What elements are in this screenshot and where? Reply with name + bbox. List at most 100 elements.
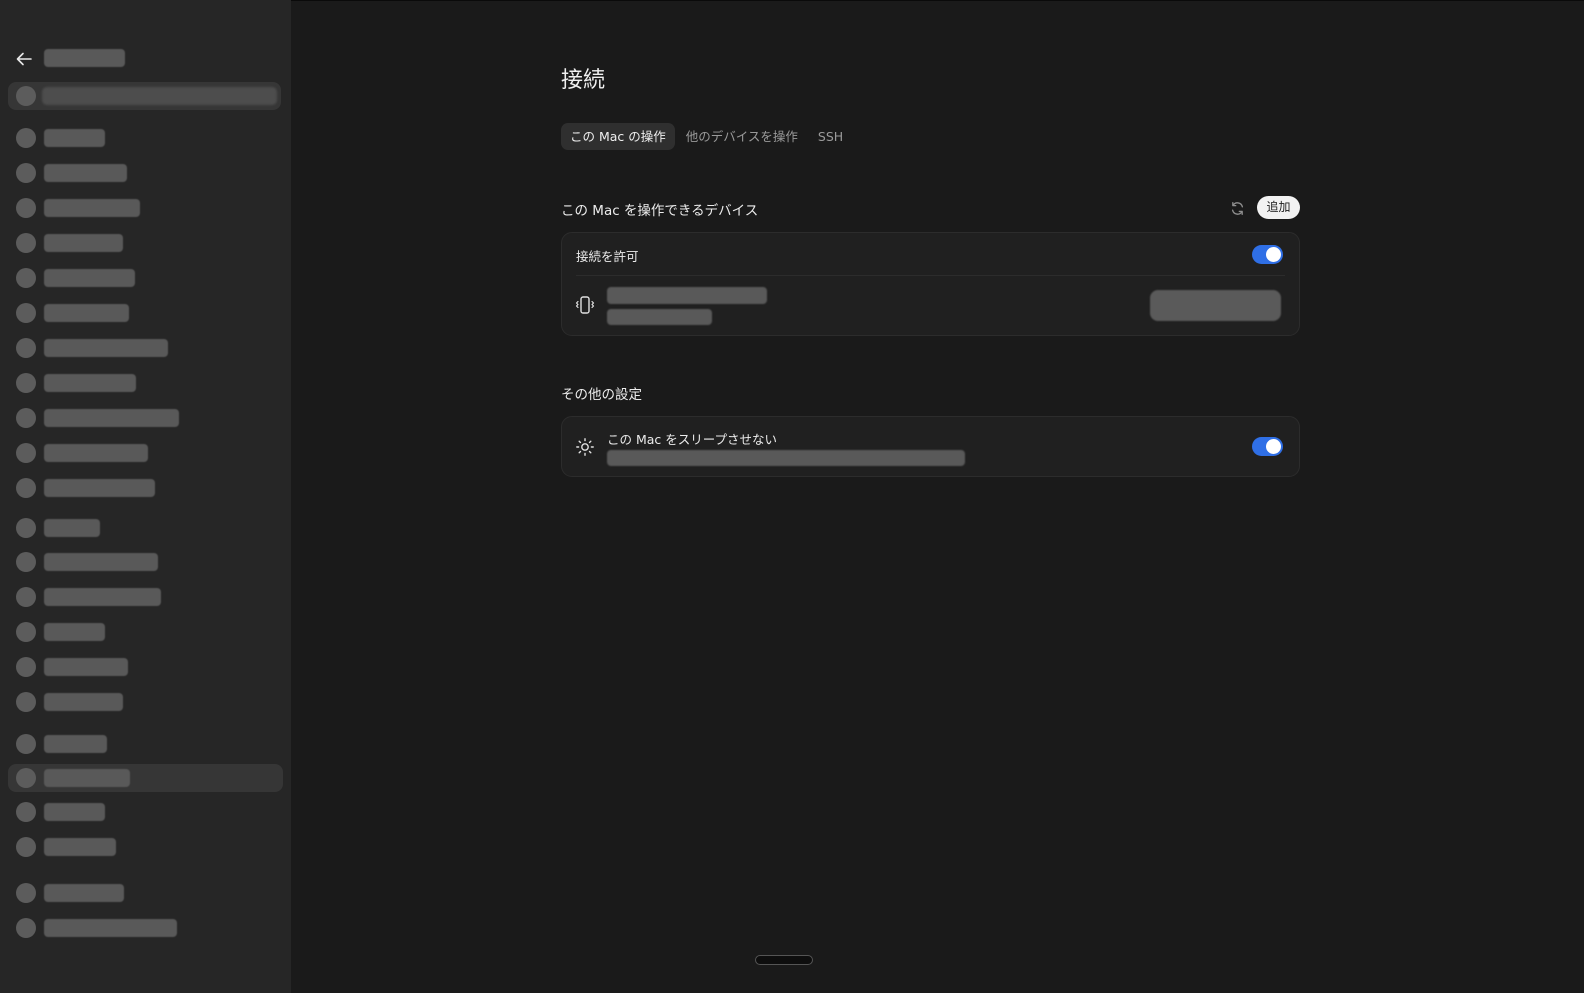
device-detail-redacted [607,309,712,325]
sidebar-item-label-redacted [44,803,105,821]
back-button[interactable] [14,49,34,69]
prevent-sleep-description-redacted [607,450,965,466]
sidebar-item-icon [16,768,36,788]
sidebar-item-icon [16,233,36,253]
sidebar-item[interactable] [8,474,283,502]
prevent-sleep-toggle[interactable] [1252,437,1283,456]
sleep-icon-container [574,436,596,458]
sidebar-item[interactable] [8,299,283,327]
prevent-sleep-label: この Mac をスリープさせない [607,432,778,447]
refresh-icon [1231,201,1243,215]
tab-this-mac[interactable]: この Mac の操作 [561,123,675,150]
sidebar-item-label-redacted [44,304,129,322]
sidebar-item-icon [16,837,36,857]
divider [576,275,1285,276]
sidebar-item-icon [16,518,36,538]
phone-vibrate-icon [575,296,595,314]
sidebar-item[interactable] [8,124,283,152]
sidebar-item[interactable] [8,229,283,257]
sidebar-item-label-redacted [44,769,130,787]
sidebar-item-icon [16,443,36,463]
sidebar-item[interactable] [8,548,283,576]
device-name-redacted [607,287,767,304]
sidebar-item[interactable] [8,583,283,611]
sidebar-item-label-redacted [44,623,105,641]
sidebar-item[interactable] [8,194,283,222]
sidebar-item-label-redacted [44,919,177,937]
sidebar-item-icon [16,373,36,393]
sidebar-item-label-redacted [44,339,168,357]
sidebar-item-icon [16,552,36,572]
sidebar-item-icon [16,268,36,288]
sidebar-item[interactable] [8,833,283,861]
sidebar-item-label-redacted [44,479,155,497]
sidebar-item-icon [16,478,36,498]
sidebar-item[interactable] [8,264,283,292]
devices-card: 接続を許可 [561,232,1300,336]
sidebar-item[interactable] [8,618,283,646]
sidebar-item-label-redacted [44,588,161,606]
sidebar-item-icon [16,303,36,323]
sidebar-item-icon [16,338,36,358]
sidebar-item-icon [16,657,36,677]
add-button[interactable]: 追加 [1257,196,1300,219]
avatar [16,86,36,106]
sidebar-item-icon [16,163,36,183]
sidebar-item-label-redacted [44,444,148,462]
sidebar [0,0,291,993]
sidebar-item-label-redacted [44,269,135,287]
tab-ssh[interactable]: SSH [809,123,852,150]
refresh-button[interactable] [1227,198,1247,218]
sidebar-item-icon [16,883,36,903]
device-icon-container [574,294,596,316]
sidebar-item-label-redacted [44,735,107,753]
account-row[interactable] [8,82,281,110]
sidebar-item-label-redacted [44,838,116,856]
sidebar-item[interactable] [8,688,283,716]
toggle-knob [1266,247,1281,262]
sidebar-item-label-redacted [44,374,136,392]
sidebar-item[interactable] [8,653,283,681]
device-action-button-redacted[interactable] [1150,290,1281,321]
other-settings-title: その他の設定 [561,387,642,403]
sidebar-item-label-redacted [44,553,158,571]
sidebar-item-selected[interactable] [8,764,283,792]
sidebar-item-icon [16,198,36,218]
sidebar-item-label-redacted [44,884,124,902]
sidebar-item[interactable] [8,514,283,542]
sidebar-item-label-redacted [44,129,105,147]
sidebar-item-label-redacted [44,409,179,427]
sidebar-item-icon [16,622,36,642]
back-label-redacted [44,49,125,67]
sidebar-item[interactable] [8,369,283,397]
sidebar-item-label-redacted [44,199,140,217]
sidebar-item-label-redacted [44,164,127,182]
other-settings-card: この Mac をスリープさせない [561,416,1300,477]
sidebar-item[interactable] [8,159,283,187]
sidebar-item-icon [16,918,36,938]
home-indicator [755,955,813,965]
sidebar-item[interactable] [8,914,283,942]
sidebar-item-icon [16,692,36,712]
sidebar-item-icon [16,587,36,607]
sidebar-item[interactable] [8,404,283,432]
sidebar-item[interactable] [8,879,283,907]
arrow-left-icon [16,52,32,66]
main-content: 接続 この Mac の操作 他のデバイスを操作 SSH この Mac を操作でき… [291,0,1584,993]
sidebar-item-label-redacted [44,234,123,252]
sidebar-item[interactable] [8,798,283,826]
toggle-knob [1266,439,1281,454]
sidebar-item[interactable] [8,439,283,467]
sun-icon [576,438,594,456]
page-title: 接続 [561,68,606,93]
tab-other-devices[interactable]: 他のデバイスを操作 [677,123,807,150]
sidebar-item-icon [16,734,36,754]
allow-connection-toggle[interactable] [1252,245,1283,264]
sidebar-item-label-redacted [44,519,100,537]
account-name-redacted [42,87,277,105]
sidebar-item-icon [16,802,36,822]
devices-section-title: この Mac を操作できるデバイス [561,203,759,219]
sidebar-item-icon [16,128,36,148]
sidebar-item[interactable] [8,730,283,758]
sidebar-item[interactable] [8,334,283,362]
